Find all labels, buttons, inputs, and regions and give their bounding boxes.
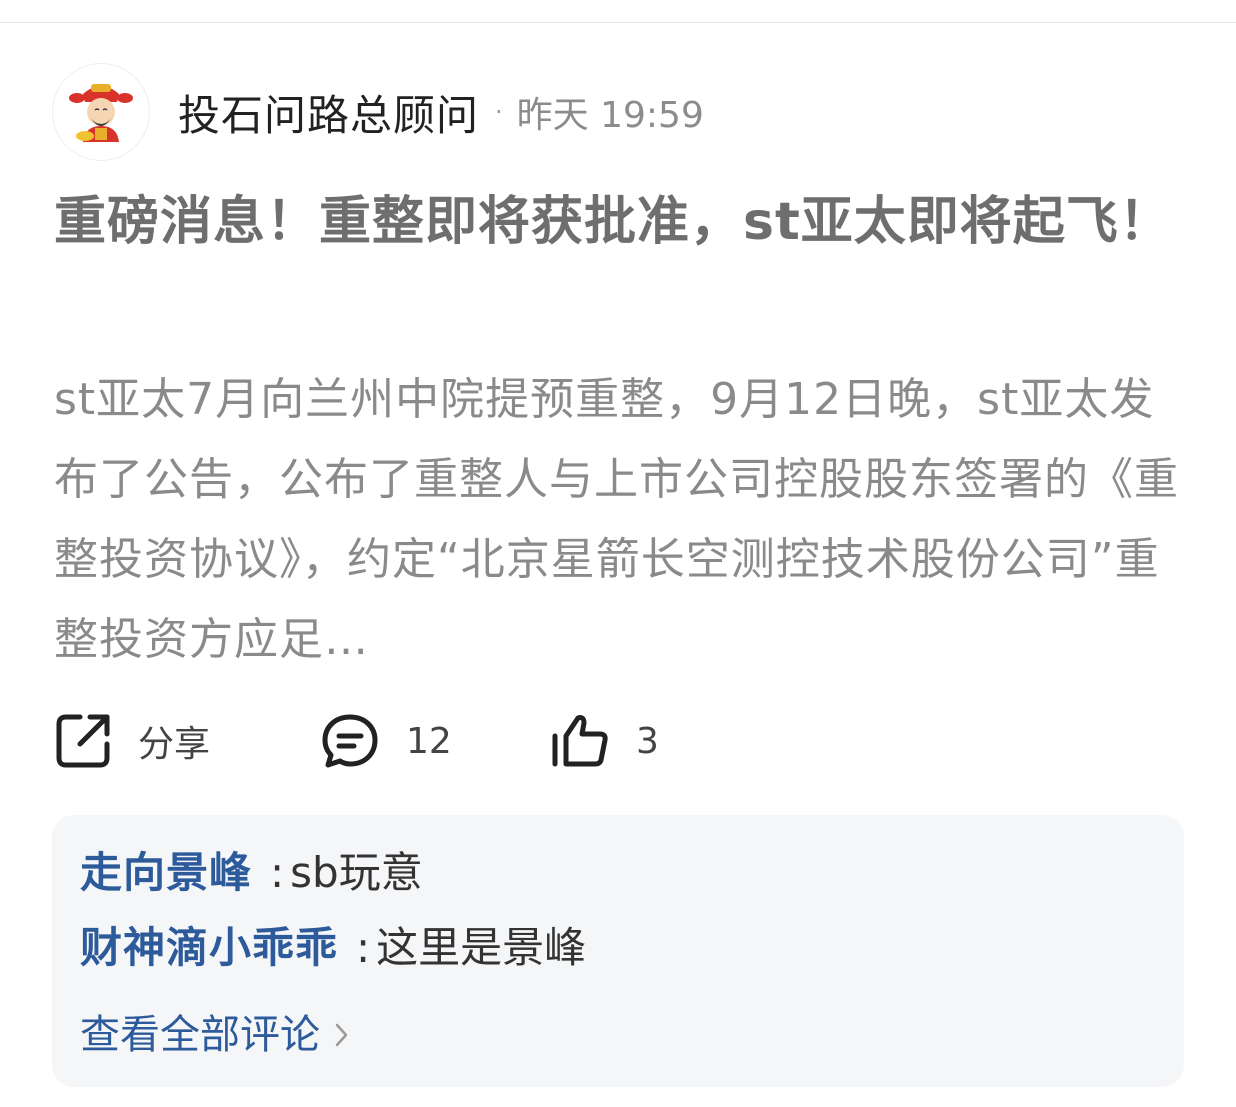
like-button[interactable]: 3	[550, 712, 659, 770]
post-title[interactable]: 重磅消息！重整即将获批准，st亚太即将起飞！	[54, 178, 1194, 266]
author-name[interactable]: 投石问路总顾问	[178, 82, 479, 143]
view-all-comments-link[interactable]: 查看全部评论	[80, 1005, 350, 1065]
comments-preview: 走向景峰: sb玩意 财神滴小乖乖: 这里是景峰 查看全部评论	[52, 815, 1184, 1087]
comment-button[interactable]: 12	[320, 712, 550, 770]
share-button[interactable]: 分享	[54, 712, 320, 770]
comment-item[interactable]: 走向景峰: sb玩意	[80, 843, 423, 903]
comment-colon: :	[356, 923, 371, 972]
comment-item[interactable]: 财神滴小乖乖: 这里是景峰	[80, 918, 586, 978]
comment-colon: :	[270, 848, 285, 897]
post-time: 昨天 19:59	[516, 95, 704, 136]
comment-text: sb玩意	[290, 848, 423, 897]
caishen-avatar-icon	[69, 84, 133, 142]
share-label: 分享	[138, 724, 211, 765]
comment-icon	[320, 712, 380, 770]
post-body[interactable]: st亚太7月向兰州中院提预重整，9月12日晚，st亚太发布了公告，公布了重整人与…	[54, 360, 1194, 680]
comment-username[interactable]: 走向景峰	[80, 848, 252, 897]
comment-username[interactable]: 财神滴小乖乖	[80, 923, 338, 972]
thumbs-up-icon	[550, 712, 610, 770]
top-divider	[0, 22, 1236, 23]
comment-count: 12	[406, 720, 452, 762]
separator-dot: ·	[495, 98, 503, 126]
author-row: 投石问路总顾问 · 昨天 19:59	[52, 62, 704, 162]
like-count: 3	[636, 720, 659, 762]
comment-text: 这里是景峰	[376, 923, 587, 972]
post-card: 投石问路总顾问 · 昨天 19:59 重磅消息！重整即将获批准，st亚太即将起飞…	[0, 0, 1236, 1107]
chevron-right-icon	[334, 1021, 350, 1049]
action-bar: 分享 12 3	[54, 706, 659, 776]
share-icon	[54, 712, 112, 770]
avatar[interactable]	[52, 63, 150, 161]
view-all-comments-label: 查看全部评论	[80, 1012, 320, 1058]
